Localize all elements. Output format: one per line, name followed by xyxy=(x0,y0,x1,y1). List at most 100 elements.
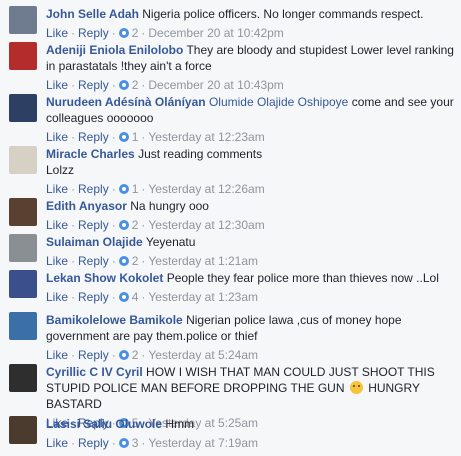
comment-author[interactable]: Adeniji Eniola Enilolobo xyxy=(46,43,183,57)
mention-link[interactable]: Olumide Olajide Oshipoye xyxy=(209,95,348,109)
comment-author[interactable]: Bamikolelowe Bamikole xyxy=(46,313,183,327)
comment-author[interactable]: Sulaiman Olajide xyxy=(46,235,143,249)
comment-author[interactable]: Lasisi Saliu Oluwole xyxy=(46,417,162,431)
comment-timestamp[interactable]: Yesterday at 7:19am xyxy=(148,436,258,450)
like-button[interactable]: Like xyxy=(46,130,68,144)
separator-dot: · xyxy=(111,218,116,232)
avatar[interactable] xyxy=(9,270,37,298)
like-button[interactable]: Like xyxy=(46,436,68,450)
separator-dot: · xyxy=(111,290,116,304)
separator-dot: · xyxy=(111,26,116,40)
reply-count[interactable]: 2 xyxy=(118,78,138,92)
avatar[interactable] xyxy=(9,198,37,226)
comment-body: Bamikolelowe Bamikole Nigerian police la… xyxy=(46,312,455,363)
reply-count[interactable]: 3 xyxy=(118,436,139,450)
comment-text: Just reading comments xyxy=(138,147,263,161)
comment-body: John Selle Adah Nigeria police officers.… xyxy=(46,6,455,41)
comment-timestamp[interactable]: Yesterday at 1:21am xyxy=(148,254,258,268)
reply-button[interactable]: Reply xyxy=(78,218,109,232)
reply-bubble-icon xyxy=(118,28,129,38)
reply-count[interactable]: 1 xyxy=(118,182,139,196)
avatar[interactable] xyxy=(9,146,37,174)
comment-timestamp[interactable]: December 20 at 10:43pm xyxy=(148,78,283,92)
comment-timestamp[interactable]: Yesterday at 5:24am xyxy=(148,348,258,362)
like-button[interactable]: Like xyxy=(46,348,68,362)
reply-count[interactable]: 2 xyxy=(118,26,138,40)
like-button[interactable]: Like xyxy=(46,78,68,92)
separator-dot: · xyxy=(141,26,146,40)
comment-timestamp[interactable]: Yesterday at 12:23am xyxy=(148,130,264,144)
comment-actions: Like · Reply · 2 · December 20 at 10:43pm xyxy=(46,77,455,93)
like-button[interactable]: Like xyxy=(46,182,68,196)
comments-list: John Selle Adah Nigeria police officers.… xyxy=(0,0,461,456)
reply-count-value: 1 xyxy=(131,182,139,196)
comment-actions: Like · Reply · 2 · December 20 at 10:42pm xyxy=(46,25,455,41)
comment-text: Nigeria police officers. No longer comma… xyxy=(142,7,424,21)
separator-dot: · xyxy=(111,348,116,362)
comment-body: Edith Anyasor Na hungry ooo Like · Reply · 2 ·… xyxy=(46,198,455,233)
avatar[interactable] xyxy=(9,234,37,262)
separator-dot: · xyxy=(141,130,146,144)
avatar[interactable] xyxy=(9,42,37,70)
comment-text: Lolzz xyxy=(46,163,75,177)
comment-author[interactable]: Edith Anyasor xyxy=(46,199,127,213)
reply-count-value: 3 xyxy=(131,436,139,450)
reply-bubble-icon xyxy=(118,350,129,360)
comment-actions: Like · Reply · 4 · Yesterday at 1:23am xyxy=(46,289,455,305)
reply-count[interactable]: 2 xyxy=(118,254,139,268)
pensive-face-icon xyxy=(349,381,363,394)
comment-text: Yeyenatu xyxy=(145,235,196,249)
comment-timestamp[interactable]: Yesterday at 12:26am xyxy=(148,182,264,196)
reply-button[interactable]: Reply xyxy=(78,436,109,450)
reply-bubble-icon xyxy=(118,292,129,302)
avatar[interactable] xyxy=(9,94,37,122)
reply-count[interactable]: 2 xyxy=(118,218,139,232)
comment-author[interactable]: Lekan Show Kokolet xyxy=(46,271,163,285)
avatar[interactable] xyxy=(9,6,37,34)
comment-author[interactable]: John Selle Adah xyxy=(46,7,139,21)
comment-timestamp[interactable]: Yesterday at 12:30am xyxy=(148,218,264,232)
avatar[interactable] xyxy=(9,416,37,444)
separator-dot: · xyxy=(71,182,76,196)
reply-button[interactable]: Reply xyxy=(78,26,109,40)
comment-body: Nurudeen Adésínà Oláníyan Olumide Olajid… xyxy=(46,94,455,145)
reply-bubble-icon xyxy=(118,438,129,448)
reply-count-value: 1 xyxy=(131,130,139,144)
separator-dot: · xyxy=(141,78,146,92)
reply-count[interactable]: 1 xyxy=(118,130,139,144)
reply-count[interactable]: 4 xyxy=(118,290,139,304)
like-button[interactable]: Like xyxy=(46,254,68,268)
reply-button[interactable]: Reply xyxy=(78,182,109,196)
reply-count-value: 4 xyxy=(131,290,139,304)
comment-timestamp[interactable]: December 20 at 10:42pm xyxy=(148,26,283,40)
reply-button[interactable]: Reply xyxy=(78,290,109,304)
comment-timestamp[interactable]: Yesterday at 1:23am xyxy=(148,290,258,304)
reply-button[interactable]: Reply xyxy=(78,254,109,268)
separator-dot: · xyxy=(71,254,76,268)
separator-dot: · xyxy=(111,130,116,144)
reply-count-value: 2 xyxy=(131,218,139,232)
reply-count-value: 2 xyxy=(131,254,139,268)
separator-dot: · xyxy=(141,436,146,450)
reply-bubble-icon xyxy=(118,184,129,194)
reply-button[interactable]: Reply xyxy=(78,348,109,362)
comment-author[interactable]: Miracle Charles xyxy=(46,147,135,161)
reply-button[interactable]: Reply xyxy=(78,78,109,92)
reply-button[interactable]: Reply xyxy=(78,130,109,144)
separator-dot: · xyxy=(141,290,146,304)
like-button[interactable]: Like xyxy=(46,218,68,232)
comment-body: Sulaiman Olajide Yeyenatu Like · Reply · 2 · Ye… xyxy=(46,234,455,269)
separator-dot: · xyxy=(111,182,116,196)
comment-author[interactable]: Cyrillic C IV Cyril xyxy=(46,365,143,379)
avatar[interactable] xyxy=(9,312,37,340)
like-button[interactable]: Like xyxy=(46,26,68,40)
avatar[interactable] xyxy=(9,364,37,392)
reply-count[interactable]: 2 xyxy=(118,348,138,362)
comment-text: Hmm xyxy=(165,417,195,431)
comment-actions: Like · Reply · 1 · Yesterday at 12:23am xyxy=(46,129,455,145)
separator-dot: · xyxy=(71,26,76,40)
like-button[interactable]: Like xyxy=(46,290,68,304)
comment-author[interactable]: Nurudeen Adésínà Oláníyan xyxy=(46,95,206,109)
reply-bubble-icon xyxy=(118,256,129,266)
comment-body: Lekan Show Kokolet People they fear poli… xyxy=(46,270,455,305)
